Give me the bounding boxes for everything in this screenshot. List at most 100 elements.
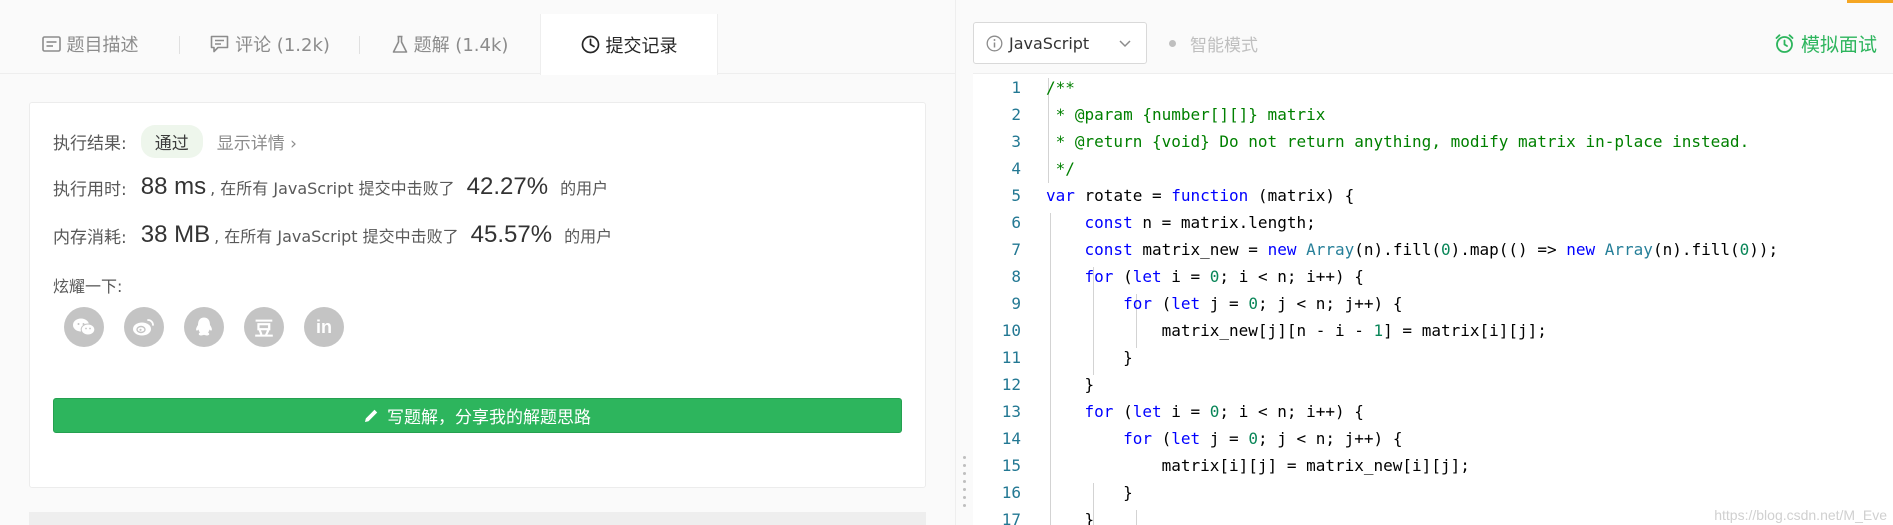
write-solution-label: 写题解，分享我的解题思路 bbox=[387, 408, 591, 428]
line-number: 3 bbox=[1011, 132, 1021, 151]
tab-submissions-label: 提交记录 bbox=[605, 35, 678, 57]
line-number: 13 bbox=[1001, 402, 1021, 421]
code-line[interactable]: 4 */ bbox=[973, 155, 1893, 182]
next-card-edge bbox=[29, 512, 926, 525]
code-text: matrix[i][j] = matrix_new[i][j]; bbox=[1046, 456, 1470, 475]
tab-submissions[interactable]: 提交记录 bbox=[540, 14, 718, 75]
code-editor[interactable]: 1/** 2 * @param {number[][]} matrix 3 * @r… bbox=[973, 74, 1893, 525]
code-line[interactable]: 12 } bbox=[973, 371, 1893, 398]
code-line[interactable]: 8 for (let i = 0; i < n; i++) { bbox=[973, 263, 1893, 290]
memory-beat-text: , 在所有 JavaScript 提交中击败了 bbox=[214, 227, 459, 246]
code-line[interactable]: 9 for (let j = 0; j < n; j++) { bbox=[973, 290, 1893, 317]
code-text: * @param {number[][]} matrix bbox=[1046, 105, 1326, 124]
code-line[interactable]: 2 * @param {number[][]} matrix bbox=[973, 101, 1893, 128]
pencil-icon bbox=[364, 408, 379, 423]
resize-handle-icon[interactable] bbox=[963, 456, 966, 512]
line-number: 10 bbox=[1001, 321, 1021, 340]
douban-icon[interactable]: 豆 bbox=[244, 307, 284, 347]
memory-label: 内存消耗: bbox=[53, 227, 127, 248]
code-text: } bbox=[1046, 483, 1133, 502]
line-number: 7 bbox=[1011, 240, 1021, 259]
language-select[interactable]: JavaScript bbox=[973, 22, 1147, 64]
line-number: 12 bbox=[1001, 375, 1021, 394]
tab-solutions-label: 题解 (1.4k) bbox=[413, 35, 509, 56]
code-line[interactable]: 7 const matrix_new = new Array(n).fill(0… bbox=[973, 236, 1893, 263]
code-text: * @return {void} Do not return anything,… bbox=[1046, 132, 1750, 151]
code-line[interactable]: 1 /** bbox=[973, 74, 1893, 101]
code-text: } bbox=[1046, 375, 1095, 394]
linkedin-glyph: in bbox=[316, 316, 332, 337]
tab-description-label: 题目描述 bbox=[66, 35, 139, 56]
flask-icon bbox=[392, 35, 408, 54]
code-text: for (let j = 0; j < n; j++) { bbox=[1123, 294, 1403, 313]
weibo-icon[interactable] bbox=[124, 307, 164, 347]
line-number: 16 bbox=[1001, 483, 1021, 502]
douban-glyph: 豆 bbox=[254, 317, 274, 340]
code-line[interactable]: 14 for (let j = 0; j < n; j++) { bbox=[973, 425, 1893, 452]
code-text: /** bbox=[1046, 78, 1075, 97]
line-number: 4 bbox=[1011, 159, 1021, 178]
smart-mode-label: 智能模式 bbox=[1190, 35, 1258, 56]
description-icon bbox=[41, 36, 61, 52]
share-icons: 豆 in bbox=[64, 307, 364, 347]
code-line[interactable]: 11 } bbox=[973, 344, 1893, 371]
code-text: } bbox=[1046, 510, 1095, 525]
code-text: for (let i = 0; i < n; i++) { bbox=[1084, 402, 1364, 421]
info-icon bbox=[986, 35, 1003, 52]
result-label: 执行结果: bbox=[53, 134, 127, 154]
comment-icon bbox=[210, 35, 229, 53]
editor-top-strip bbox=[973, 0, 1893, 14]
top-accent-mark bbox=[1847, 0, 1893, 3]
runtime-suffix: 的用户 bbox=[560, 179, 609, 198]
runtime-percent: 42.27% bbox=[466, 173, 549, 200]
line-number: 5 bbox=[1011, 186, 1021, 205]
code-text: matrix_new[j][n - i - 1] = matrix[i][j]; bbox=[1046, 321, 1547, 340]
memory-row: 内存消耗: 38 MB , 在所有 JavaScript 提交中击败了 45.5… bbox=[53, 221, 612, 249]
tab-description[interactable]: 题目描述 bbox=[0, 14, 180, 74]
smart-mode-toggle[interactable]: 智能模式 bbox=[1169, 22, 1258, 64]
line-number: 6 bbox=[1011, 213, 1021, 232]
line-number: 14 bbox=[1001, 429, 1021, 448]
status-badge: 通过 bbox=[140, 125, 203, 158]
line-number: 11 bbox=[1001, 348, 1021, 367]
tab-comments-label: 评论 (1.2k) bbox=[235, 35, 330, 56]
line-number: 9 bbox=[1011, 294, 1021, 313]
line-number: 2 bbox=[1011, 105, 1021, 124]
mock-interview-label: 模拟面试 bbox=[1800, 33, 1877, 56]
clock-icon bbox=[581, 35, 600, 54]
linkedin-icon[interactable]: in bbox=[304, 307, 344, 347]
share-label: 炫耀一下: bbox=[53, 277, 123, 296]
code-line[interactable]: 13 for (let i = 0; i < n; i++) { bbox=[973, 398, 1893, 425]
code-line[interactable]: 15 matrix[i][j] = matrix_new[i][j]; bbox=[973, 452, 1893, 479]
code-line[interactable]: 16 } bbox=[973, 479, 1893, 506]
problem-tabs: 题目描述 评论 (1.2k) 题解 (1.4k) 提交记录 bbox=[0, 14, 955, 75]
show-details-link[interactable]: 显示详情 › bbox=[217, 129, 297, 154]
smart-mode-dot-icon bbox=[1169, 39, 1176, 47]
code-line[interactable]: 3 * @return {void} Do not return anythin… bbox=[973, 128, 1893, 155]
code-text: var rotate = function (matrix) { bbox=[1046, 186, 1355, 205]
panel-resizer[interactable] bbox=[955, 0, 973, 525]
runtime-beat-text: , 在所有 JavaScript 提交中击败了 bbox=[210, 179, 455, 198]
wechat-icon[interactable] bbox=[64, 307, 104, 347]
write-solution-button[interactable]: 写题解，分享我的解题思路 bbox=[53, 398, 902, 433]
code-text: for (let i = 0; i < n; i++) { bbox=[1084, 267, 1364, 286]
line-number: 1 bbox=[1011, 78, 1021, 97]
code-text: const matrix_new = new Array(n).fill(0).… bbox=[1084, 240, 1779, 259]
runtime-row: 执行用时: 88 ms , 在所有 JavaScript 提交中击败了 42.2… bbox=[53, 173, 608, 201]
tab-solutions[interactable]: 题解 (1.4k) bbox=[360, 14, 540, 74]
memory-suffix: 的用户 bbox=[564, 227, 613, 246]
code-line[interactable]: 10 matrix_new[j][n - i - 1] = matrix[i][… bbox=[973, 317, 1893, 344]
result-row: 执行结果: 通过 显示详情 › bbox=[53, 125, 297, 158]
editor-toolbar: JavaScript 智能模式 模拟面试 bbox=[973, 14, 1893, 74]
code-text: const n = matrix.length; bbox=[1084, 213, 1316, 232]
tab-comments[interactable]: 评论 (1.2k) bbox=[180, 14, 360, 74]
language-select-value: JavaScript bbox=[1009, 33, 1090, 53]
code-line[interactable]: 6 const n = matrix.length; bbox=[973, 209, 1893, 236]
code-line[interactable]: 5 var rotate = function (matrix) { bbox=[973, 182, 1893, 209]
watermark-text: https://blog.csdn.net/M_Eve bbox=[1714, 507, 1887, 523]
editor-panel: JavaScript 智能模式 模拟面试 1 /** 2 * @param {num… bbox=[973, 0, 1893, 525]
submission-result-card: 执行结果: 通过 显示详情 › 执行用时: 88 ms , 在所有 JavaSc… bbox=[29, 102, 926, 488]
line-number: 15 bbox=[1001, 456, 1021, 475]
qq-icon[interactable] bbox=[184, 307, 224, 347]
mock-interview-button[interactable]: 模拟面试 bbox=[1774, 22, 1877, 64]
